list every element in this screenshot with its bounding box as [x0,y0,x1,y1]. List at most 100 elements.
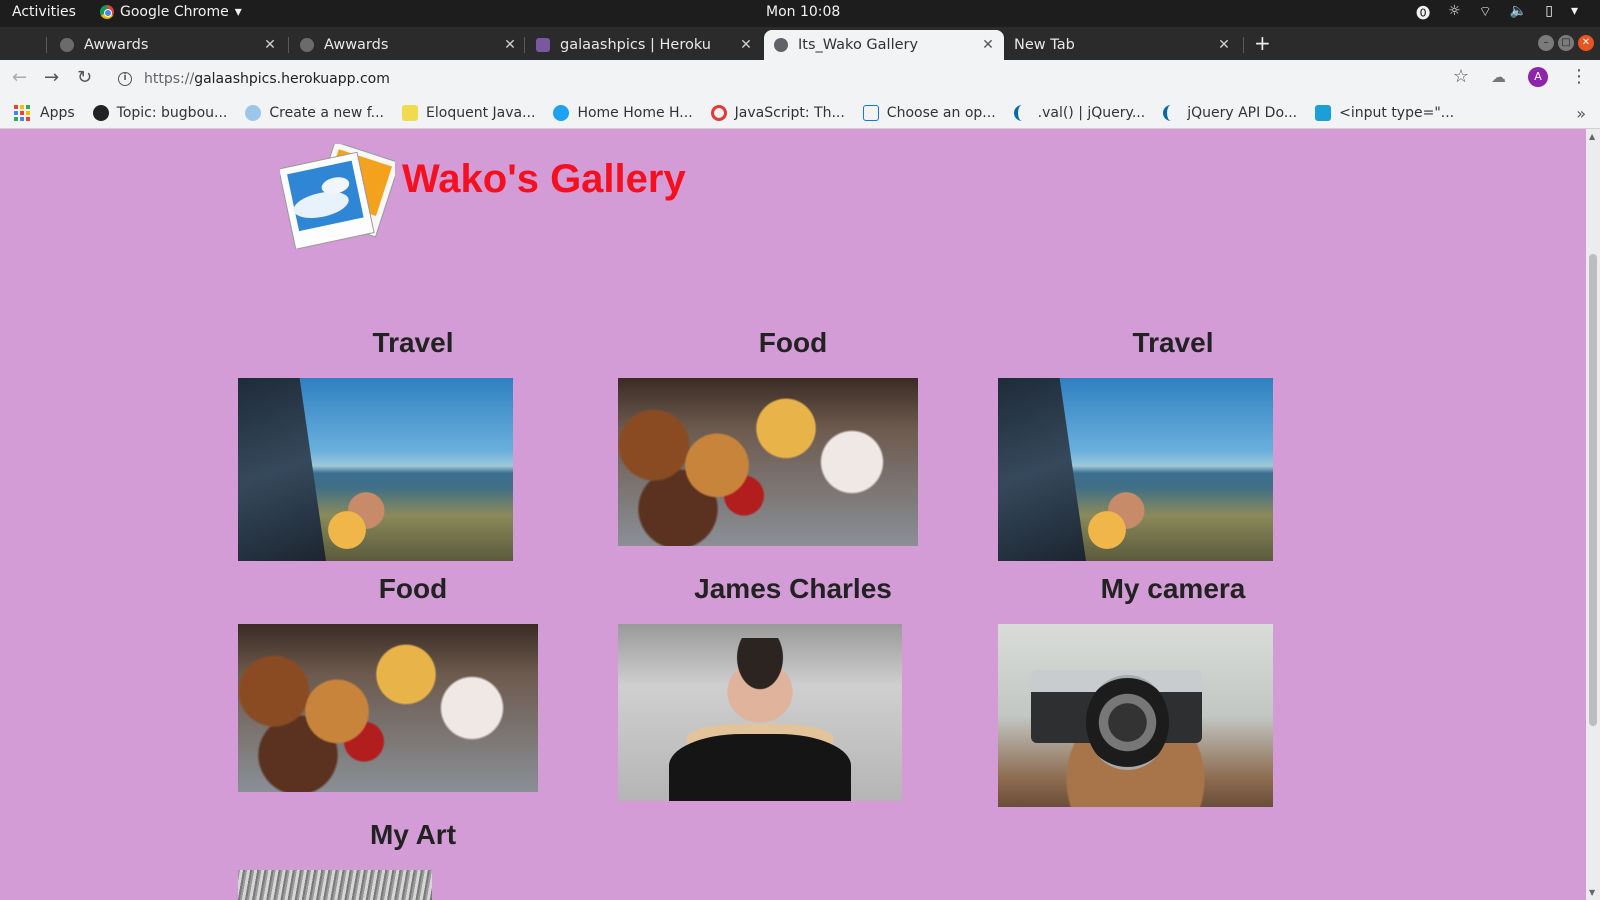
menu-kebab-icon[interactable]: ⋮ [1570,66,1588,87]
globe-icon [300,38,314,52]
url-text[interactable]: https://galaashpics.herokuapp.com [144,71,390,87]
bookmark-label: JavaScript: Th... [734,104,845,121]
bookmark-label: Topic: bugbou... [116,104,228,121]
wifi-icon[interactable]: ⌔ [1479,3,1492,23]
new-tab-button[interactable]: + [1254,31,1271,55]
bookmark-label: Eloquent Java... [426,104,536,121]
bookmark-label: Home Home H... [577,104,693,121]
info-icon[interactable]: i [118,71,132,86]
bookmarks-overflow-icon[interactable]: » [1576,104,1586,123]
scrollbar-thumb[interactable] [1589,254,1597,726]
bookmark-item[interactable]: jQuery API Do... [1163,104,1298,121]
tab-heroku[interactable]: galaashpics | Heroku ✕ [526,30,762,60]
tab-label: galaashpics | Heroku [560,37,711,53]
camera-photo[interactable] [998,624,1273,807]
jquery-icon [1013,104,1030,121]
battery-icon[interactable]: ▯ [1545,3,1553,23]
site-title: Wako's Gallery [402,157,686,201]
activities-button[interactable]: Activities [12,4,76,20]
gallery-logo-icon [280,144,395,249]
tab-label: Awwards [324,37,389,53]
tab-separator [1243,37,1244,53]
tab-awwards-2[interactable]: Awwards ✕ [290,30,526,60]
forward-arrow-icon[interactable]: → [44,67,59,88]
weather-icon[interactable]: ☼ [1448,3,1461,23]
window-controls: – □ ✕ [1538,35,1594,51]
tab-awwards-1[interactable]: Awwards ✕ [50,30,286,60]
system-tray: ⓿ ☼ ⌔ 🔈 ▯ ▾ [1416,3,1578,23]
heroku-icon [536,38,550,52]
mdn-icon [1315,104,1332,121]
apps-grid-icon [14,104,30,121]
bookmark-item[interactable]: Eloquent Java... [402,104,536,121]
bookmark-star-icon[interactable]: ☆ [1453,66,1469,87]
maximize-icon[interactable]: □ [1558,35,1574,51]
tab-label: Awwards [84,37,149,53]
extension-icon[interactable]: ☁ [1491,68,1506,86]
system-top-bar: Activities Google Chrome ▾ Mon 10:08 ⓿ ☼… [0,0,1600,27]
bookmark-apps[interactable]: Apps [14,104,75,121]
url-protocol: https:// [144,70,195,87]
tab-separator [46,37,47,53]
card-title: Travel [372,327,454,358]
food-photo[interactable] [618,378,918,546]
bookmarks-bar: Apps Topic: bugbou... Create a new f... … [0,97,1600,129]
close-icon[interactable]: ✕ [980,37,996,53]
scroll-up-icon[interactable]: ▲ [1589,132,1595,141]
card-title: Food [378,573,448,604]
food-photo[interactable] [238,624,538,792]
tab-pinned-icon[interactable] [0,30,20,60]
vertical-scrollbar[interactable]: ▲ ▼ [1586,129,1600,900]
art-photo[interactable] [238,870,432,900]
tab-separator [524,37,525,53]
tab-separator [288,37,289,53]
globe-icon [774,38,788,52]
volume-icon[interactable]: 🔈 [1510,3,1527,23]
travel-photo[interactable] [238,378,513,561]
address-bar[interactable]: i https://galaashpics.herokuapp.com [108,64,1498,93]
github-icon [92,104,109,121]
travel-photo[interactable] [998,378,1273,561]
updates-icon[interactable]: ⓿ [1416,3,1430,23]
bookmark-item[interactable]: .val() | jQuery... [1013,104,1146,121]
close-icon[interactable]: ✕ [1216,37,1232,53]
bookmark-item[interactable]: JavaScript: Th... [710,104,845,121]
toolbar-actions: ☆ ☁ A ⋮ [1453,66,1588,87]
chrome-icon [100,5,114,19]
bookmark-item[interactable]: <input type="... [1315,104,1455,121]
window-close-icon[interactable]: ✕ [1578,35,1594,51]
bookmark-label: jQuery API Do... [1187,104,1298,121]
bookmark-item[interactable]: Topic: bugbou... [92,104,228,121]
card-title: My camera [1100,573,1246,604]
scroll-down-icon[interactable]: ▼ [1589,888,1595,897]
bookmark-label: Apps [40,104,75,121]
reload-icon[interactable]: ↻ [77,67,92,88]
bookmark-label: .val() | jQuery... [1037,104,1146,121]
bookmark-item[interactable]: Create a new f... [245,104,384,121]
chevron-down-icon: ▾ [234,4,242,20]
bookmark-item[interactable]: Choose an op... [862,104,996,121]
cloud-icon [245,104,262,121]
close-icon[interactable]: ✕ [738,37,754,53]
back-arrow-icon[interactable]: ← [12,67,27,88]
person-photo[interactable] [618,624,902,801]
app-menu[interactable]: Google Chrome ▾ [100,4,242,20]
twitter-icon [553,104,570,121]
card-title: My Art [369,819,457,850]
bookmark-item[interactable]: Home Home H... [553,104,693,121]
clock[interactable]: Mon 10:08 [766,4,840,20]
tab-strip: Awwards ✕ Awwards ✕ galaashpics | Heroku… [0,27,1600,60]
url-host: galaashpics.herokuapp.com [194,70,390,87]
profile-avatar[interactable]: A [1528,66,1548,87]
page-viewport: Wako's Gallery Travel Food Travel Food J… [0,129,1586,900]
browser-toolbar: ← → ↻ i https://galaashpics.herokuapp.co… [0,60,1600,97]
tab-new-tab[interactable]: New Tab ✕ [1004,30,1240,60]
bookmark-label: <input type="... [1339,104,1455,121]
ejs-icon [402,104,419,121]
tab-wako-gallery[interactable]: Its_Wako Gallery ✕ [764,30,1004,60]
code-icon [862,104,879,121]
power-menu-icon[interactable]: ▾ [1571,3,1578,23]
minimize-icon[interactable]: – [1538,35,1554,51]
close-icon[interactable]: ✕ [262,37,278,53]
close-icon[interactable]: ✕ [502,37,518,53]
